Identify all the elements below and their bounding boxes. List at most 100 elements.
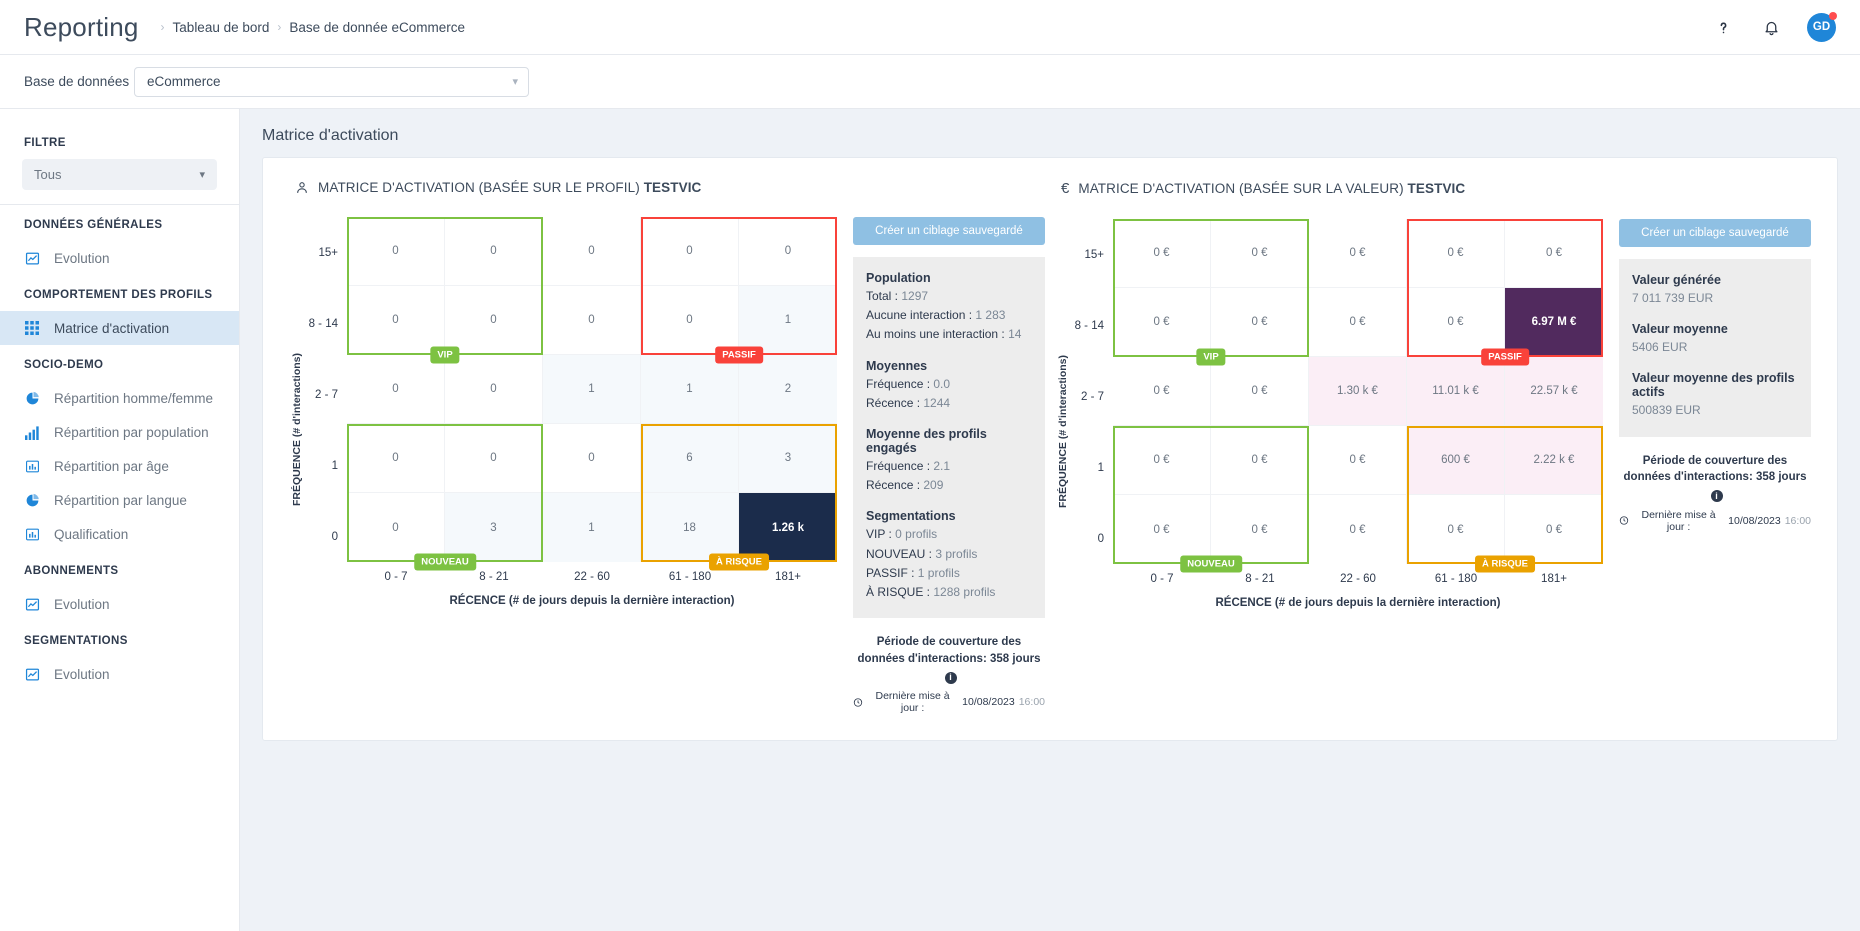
value-cell[interactable]: 0 €: [1113, 495, 1211, 564]
profile-cell[interactable]: 0: [347, 493, 445, 562]
profile-cell[interactable]: 0: [543, 217, 641, 286]
value-cell[interactable]: 1.30 k €: [1309, 357, 1407, 426]
profile-cell[interactable]: 6: [641, 424, 739, 493]
profile-info-label: Aucune interaction :: [866, 308, 976, 323]
help-icon[interactable]: [1711, 15, 1735, 39]
profile-cell[interactable]: 1: [641, 355, 739, 424]
value-cell[interactable]: 0 €: [1309, 426, 1407, 495]
profile-x-tick: 8 - 21: [479, 571, 509, 583]
profile-cell[interactable]: 0: [445, 217, 543, 286]
value-cell[interactable]: 0 €: [1407, 219, 1505, 288]
sidebar-item-r-partition-par-population[interactable]: Répartition par population: [0, 415, 239, 449]
avatar[interactable]: GD: [1807, 11, 1837, 42]
profile-cell[interactable]: 18: [641, 493, 739, 562]
create-saved-targeting-button-right[interactable]: Créer un ciblage sauvegardé: [1619, 219, 1811, 247]
sidebar-item-r-partition-par-langue[interactable]: Répartition par langue: [0, 483, 239, 517]
sidebar-item-evolution[interactable]: Evolution: [0, 587, 239, 621]
value-x-axis-label: RÉCENCE (# de jours depuis la dernière i…: [1215, 597, 1501, 609]
profile-info-label: PASSIF :: [866, 565, 918, 580]
sidebar-item-qualification[interactable]: Qualification: [0, 517, 239, 551]
profile-cell[interactable]: 3: [445, 493, 543, 562]
value-x-tick: 22 - 60: [1340, 573, 1376, 585]
value-cell[interactable]: 22.57 k €: [1505, 357, 1603, 426]
value-coverage-text: Période de couverture des données d'inte…: [1623, 454, 1807, 503]
notification-bell-icon[interactable]: [1759, 15, 1783, 39]
profile-info-row: À RISQUE : 1288 profils: [866, 583, 1032, 602]
profile-cell[interactable]: 2: [739, 355, 837, 424]
sidebar-filter-select[interactable]: Tous ▾: [22, 159, 217, 190]
profile-cell[interactable]: 0: [347, 355, 445, 424]
sidebar-item-evolution[interactable]: Evolution: [0, 241, 239, 275]
value-cell[interactable]: 600 €: [1407, 426, 1505, 495]
profile-cell[interactable]: 0: [347, 286, 445, 355]
profile-cell[interactable]: 0: [445, 286, 543, 355]
value-cell[interactable]: 0 €: [1407, 495, 1505, 564]
profile-cell[interactable]: 0: [739, 217, 837, 286]
value-cell[interactable]: 0 €: [1113, 219, 1211, 288]
sidebar-item-r-partition-par-ge[interactable]: Répartition par âge: [0, 449, 239, 483]
value-cell[interactable]: 0 €: [1211, 219, 1309, 288]
value-cell[interactable]: 0 €: [1505, 219, 1603, 288]
profile-cell[interactable]: 0: [445, 355, 543, 424]
profile-segment-tag-passif[interactable]: PASSIF: [715, 346, 763, 364]
profile-info-panel: Population Total : 1297 Aucune interaction…: [853, 257, 1045, 619]
profile-info-row: Récence : 1244: [866, 394, 1032, 413]
profile-cell[interactable]: 0: [641, 286, 739, 355]
value-cell[interactable]: 0 €: [1309, 495, 1407, 564]
profile-segment-tag-nouveau[interactable]: NOUVEAU: [414, 553, 476, 571]
profile-info-label: Récence :: [866, 478, 924, 493]
profile-cell[interactable]: 1: [543, 355, 641, 424]
info-icon[interactable]: i: [1710, 490, 1723, 503]
profile-info-value: 1297: [901, 289, 929, 303]
value-segment-tag-vip[interactable]: VIP: [1196, 348, 1226, 366]
sidebar-item-r-partition-homme-femme[interactable]: Répartition homme/femme: [0, 381, 239, 415]
value-x-tick: 181+: [1541, 573, 1567, 585]
value-y-tick: 1: [1097, 462, 1104, 475]
sidebar-item-matrice-d-activation[interactable]: Matrice d'activation: [0, 311, 239, 345]
value-info-row: 5406 EUR: [1632, 338, 1798, 357]
profile-cell[interactable]: 0: [347, 217, 445, 286]
profile-cell[interactable]: 0: [543, 424, 641, 493]
value-matrix-body: FRÉQUENCE (# d'interactions) 15+ 8 - 14 2 …: [1055, 219, 1811, 609]
sidebar-item-evolution[interactable]: Evolution: [0, 657, 239, 691]
value-cell[interactable]: 11.01 k €: [1407, 357, 1505, 426]
breadcrumb-item-dashboard[interactable]: Tableau de bord: [173, 20, 270, 35]
profile-matrix-plot: FRÉQUENCE (# d'interactions) 15+ 8 - 14 2 …: [289, 217, 837, 714]
value-cell[interactable]: 0 €: [1211, 426, 1309, 495]
profile-info-row: Au moins une interaction : 14: [866, 325, 1032, 344]
value-cell[interactable]: 6.97 M €: [1505, 288, 1603, 357]
value-cell[interactable]: 0 €: [1211, 495, 1309, 564]
value-segment-tag-nouveau[interactable]: NOUVEAU: [1180, 555, 1242, 573]
value-cell[interactable]: 0 €: [1309, 219, 1407, 288]
sidebar-filter-title: FILTRE: [24, 137, 66, 149]
sidebar-item-label: Evolution: [54, 596, 110, 612]
profile-cell[interactable]: 0: [543, 286, 641, 355]
value-y-tick: 15+: [1084, 248, 1104, 261]
profile-cell[interactable]: 1.26 k: [739, 493, 837, 562]
value-cell[interactable]: 0 €: [1113, 357, 1211, 426]
value-segment-tag-passif[interactable]: PASSIF: [1481, 348, 1529, 366]
create-saved-targeting-button-left[interactable]: Créer un ciblage sauvegardé: [853, 217, 1045, 245]
profile-segment-tag-vip[interactable]: VIP: [430, 346, 460, 364]
profile-segment-tag--risque[interactable]: À RISQUE: [709, 553, 769, 571]
profile-cell[interactable]: 0: [445, 424, 543, 493]
profile-cell[interactable]: 1: [543, 493, 641, 562]
value-segment-tag--risque[interactable]: À RISQUE: [1475, 555, 1535, 573]
value-cell[interactable]: 0 €: [1211, 288, 1309, 357]
value-cell[interactable]: 2.22 k €: [1505, 426, 1603, 495]
database-select[interactable]: eCommerce ▾: [134, 66, 529, 97]
breadcrumb-item-database[interactable]: Base de donnée eCommerce: [289, 20, 465, 35]
profile-cell[interactable]: 0: [641, 217, 739, 286]
value-cell[interactable]: 0 €: [1407, 288, 1505, 357]
value-cell[interactable]: 0 €: [1113, 426, 1211, 495]
profile-cell[interactable]: 3: [739, 424, 837, 493]
value-cell[interactable]: 0 €: [1309, 288, 1407, 357]
value-cell[interactable]: 0 €: [1211, 357, 1309, 426]
value-cell[interactable]: 0 €: [1113, 288, 1211, 357]
info-icon[interactable]: i: [944, 671, 957, 684]
value-cell[interactable]: 0 €: [1505, 495, 1603, 564]
profile-x-axis-label: RÉCENCE (# de jours depuis la dernière i…: [449, 595, 735, 607]
bar-chart-icon: [24, 424, 40, 440]
profile-cell[interactable]: 1: [739, 286, 837, 355]
profile-cell[interactable]: 0: [347, 424, 445, 493]
